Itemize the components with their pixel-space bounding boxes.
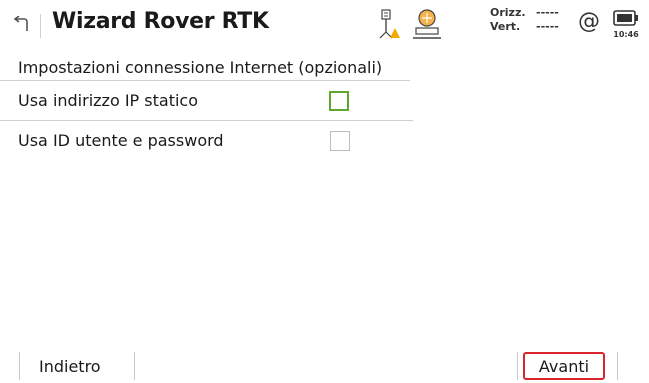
row-divider [0, 120, 413, 121]
title-bar: Wizard Rover RTK Orizz. ----- Vert. ----… [0, 0, 649, 50]
toolbar-separator [617, 352, 618, 380]
toolbar-separator [19, 352, 20, 380]
clock-time: 10:46 [613, 30, 639, 39]
internet-connection-icon[interactable]: @ [578, 10, 600, 34]
section-title: Impostazioni connessione Internet (opzio… [18, 58, 383, 77]
vertical-precision-value: ----- [536, 20, 559, 33]
precision-readout: Orizz. ----- Vert. ----- [490, 6, 559, 34]
rover-receiver-icon[interactable] [375, 8, 401, 40]
static-ip-label: Usa indirizzo IP statico [18, 91, 198, 110]
back-button[interactable]: Indietro [39, 355, 101, 379]
page-title: Wizard Rover RTK [52, 9, 269, 34]
section-divider [0, 80, 410, 81]
user-password-label: Usa ID utente e password [18, 131, 224, 150]
horizontal-precision-value: ----- [536, 6, 559, 19]
next-button[interactable]: Avanti [523, 352, 605, 380]
vertical-precision-label: Vert. [490, 20, 521, 33]
static-ip-checkbox[interactable] [329, 91, 349, 111]
horizontal-precision-label: Orizz. [490, 6, 526, 19]
title-divider [40, 14, 41, 38]
back-arrow-icon[interactable] [6, 10, 36, 40]
base-station-icon[interactable] [410, 8, 444, 40]
user-password-checkbox[interactable] [330, 131, 350, 151]
toolbar-separator [134, 352, 135, 380]
toolbar-separator [517, 352, 518, 380]
